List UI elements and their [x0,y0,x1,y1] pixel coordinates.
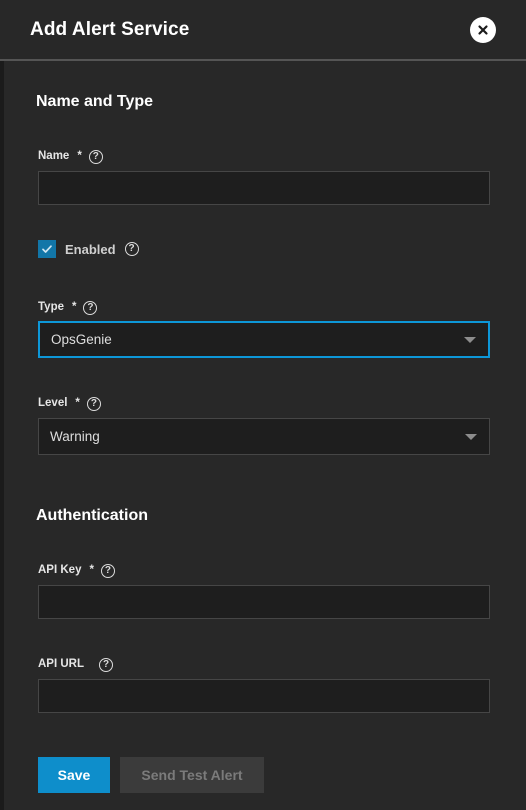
name-input[interactable] [38,171,490,205]
type-required-marker: * [72,301,77,314]
close-icon[interactable] [470,16,496,43]
level-select-wrapper: Warning [38,418,490,455]
api-url-label-text: API URL [38,658,84,671]
dialog-body: Name and Type Name * ? Enabled ? Type * ? [0,61,526,810]
add-alert-service-dialog: Add Alert Service Name and Type Name * ? [0,0,526,810]
enabled-checkbox-row[interactable]: Enabled ? [38,240,139,258]
api-url-help-icon[interactable]: ? [99,658,113,672]
level-field-label: Level * ? [38,397,101,411]
name-label-text: Name [38,150,70,163]
level-label-text: Level [38,397,68,410]
type-help-icon[interactable]: ? [83,301,98,315]
api-key-input[interactable] [38,585,490,619]
type-field-label: Type * ? [38,301,98,315]
name-field-label: Name * ? [38,150,103,164]
name-required-marker: * [77,150,82,163]
type-select-wrapper: OpsGenie [38,321,490,358]
dialog-header: Add Alert Service [0,0,526,61]
chevron-down-icon [465,433,477,440]
chevron-down-icon [464,336,476,343]
level-select[interactable]: Warning [38,418,490,455]
enabled-help-icon[interactable]: ? [124,242,139,256]
level-required-marker: * [75,397,80,410]
send-test-alert-button[interactable]: Send Test Alert [120,757,264,793]
api-key-help-icon[interactable]: ? [100,564,115,578]
api-url-input[interactable] [38,679,490,713]
dialog-title: Add Alert Service [30,19,190,40]
api-url-input-wrapper [38,679,490,713]
api-key-field-label: API Key * ? [38,564,115,578]
left-edge-rail [0,61,4,810]
name-input-wrapper [38,171,490,205]
api-key-label-text: API Key [38,564,82,577]
enabled-checkbox[interactable] [38,240,56,258]
api-key-input-wrapper [38,585,490,619]
type-label-text: Type [38,301,64,314]
api-key-required-marker: * [89,564,94,577]
level-help-icon[interactable]: ? [86,397,101,411]
enabled-label: Enabled [65,241,116,257]
type-select-value: OpsGenie [51,331,112,347]
name-help-icon[interactable]: ? [88,150,103,164]
dialog-actions: Save Send Test Alert [38,757,264,793]
api-url-field-label: API URL ? [38,658,113,672]
section-heading-authentication: Authentication [36,507,148,524]
level-select-value: Warning [50,428,100,444]
checkmark-icon [42,245,52,253]
save-button[interactable]: Save [38,757,110,793]
section-heading-name-and-type: Name and Type [36,93,154,110]
type-select[interactable]: OpsGenie [38,321,490,358]
